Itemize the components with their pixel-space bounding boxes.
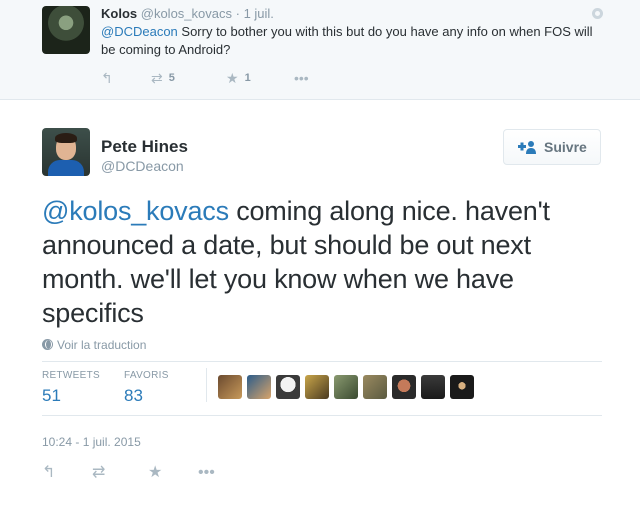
parent-author-name[interactable]: Kolos — [101, 6, 137, 21]
favorite-button[interactable]: ★ 1 — [226, 70, 251, 86]
parent-tweet-header: Kolos @kolos_kovacs · 1 juil. — [101, 6, 274, 21]
follow-user-icon — [518, 141, 536, 154]
divider-top — [42, 361, 602, 362]
parent-author-handle[interactable]: @kolos_kovacs — [141, 6, 232, 21]
favoriter-avatar[interactable] — [421, 375, 445, 399]
retweets-value: 51 — [42, 386, 61, 405]
follow-button[interactable]: Suivre — [503, 129, 601, 165]
retweet-icon: ⇄ — [151, 70, 163, 86]
translate-link[interactable]: Voir la traduction — [42, 338, 146, 352]
favorites-label: FAVORIS — [124, 370, 169, 381]
tweet-timestamp[interactable]: 10:24 - 1 juil. 2015 — [42, 435, 141, 449]
divider-bottom — [42, 415, 602, 416]
parent-tweet-text: @DCDeacon Sorry to bother you with this … — [101, 23, 601, 59]
favorites-stat[interactable]: FAVORIS 83 — [124, 370, 169, 406]
gear-icon[interactable] — [592, 8, 603, 19]
stats-separator — [206, 368, 207, 402]
favoriter-avatar[interactable] — [392, 375, 416, 399]
avatar-hair — [55, 133, 77, 143]
reply-icon[interactable]: ↰ — [42, 465, 55, 481]
favorite-icon: ★ — [226, 70, 239, 86]
favorites-value: 83 — [124, 386, 143, 405]
translate-label: Voir la traduction — [57, 338, 147, 352]
main-tweet-text: @kolos_kovacs coming along nice. haven't… — [42, 194, 612, 330]
favoriter-avatar[interactable] — [218, 375, 242, 399]
retweet-button[interactable]: ⇄ 5 — [151, 70, 175, 86]
reply-icon[interactable]: ↰ — [101, 70, 113, 86]
pete-hines-avatar[interactable] — [42, 128, 90, 176]
favorite-icon[interactable]: ★ — [148, 465, 162, 481]
main-author-handle[interactable]: @DCDeacon — [101, 158, 184, 174]
favoriter-avatar[interactable] — [247, 375, 271, 399]
favoriter-avatar[interactable] — [450, 375, 474, 399]
parent-favorite-count: 1 — [244, 72, 251, 84]
retweets-label: RETWEETS — [42, 370, 100, 381]
main-author-name[interactable]: Pete Hines — [101, 137, 188, 157]
parent-tweet-time[interactable]: · 1 juil. — [236, 6, 274, 21]
parent-tweet[interactable]: Kolos @kolos_kovacs · 1 juil. @DCDeacon … — [0, 0, 640, 100]
main-mention-link[interactable]: @kolos_kovacs — [42, 196, 229, 226]
favoriter-avatar[interactable] — [334, 375, 358, 399]
follow-label: Suivre — [544, 139, 587, 155]
favoriter-avatar[interactable] — [276, 375, 300, 399]
favoriter-avatar[interactable] — [363, 375, 387, 399]
globe-icon — [42, 339, 53, 350]
more-icon[interactable]: ••• — [294, 70, 309, 86]
kolos-avatar[interactable] — [42, 6, 90, 54]
more-icon[interactable]: ••• — [198, 465, 215, 481]
retweets-stat[interactable]: RETWEETS 51 — [42, 370, 100, 406]
parent-mention-link[interactable]: @DCDeacon — [101, 24, 178, 39]
favoriter-avatar[interactable] — [305, 375, 329, 399]
retweet-icon[interactable]: ⇄ — [92, 465, 105, 481]
parent-retweet-count: 5 — [168, 72, 175, 84]
avatar-shirt — [48, 160, 84, 176]
